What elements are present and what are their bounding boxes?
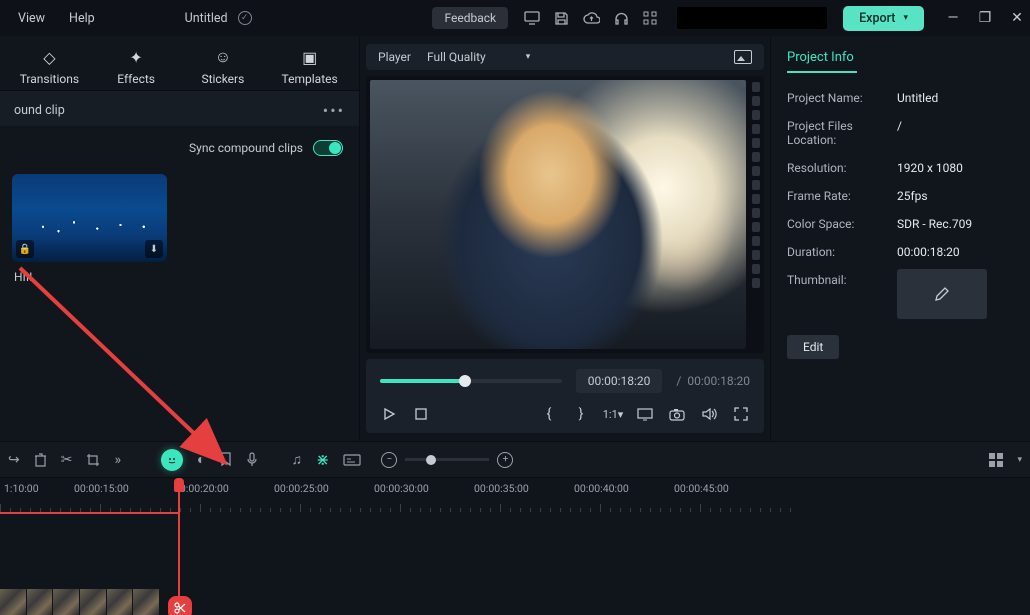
menu-view[interactable]: View — [18, 11, 45, 26]
apps-icon[interactable] — [643, 11, 657, 25]
play-icon[interactable] — [380, 405, 398, 423]
video-viewport[interactable] — [366, 76, 764, 353]
right-panel: Project Info Project Name:Untitled Proje… — [770, 36, 1030, 441]
zoom-in-icon[interactable]: + — [497, 452, 513, 468]
effects-icon: ✦ — [125, 46, 147, 68]
main-area: ◇Transitions ✦Effects ☺Stickers ▣Templat… — [0, 36, 1030, 441]
stickers-icon: ☺ — [212, 46, 234, 68]
player-label: Player — [378, 50, 411, 64]
ratio-icon[interactable]: 1:1▾ — [604, 405, 622, 423]
time-ruler[interactable]: 1:10:00 00:00:15:00 00:00:20:00 00:00:25… — [0, 478, 1030, 512]
colorspace-value: SDR - Rec.709 — [897, 217, 972, 231]
seek-slider[interactable] — [380, 379, 562, 383]
redacted-area — [677, 7, 827, 29]
marker-icon[interactable] — [220, 452, 232, 467]
chevron-down-icon: ▾ — [903, 13, 908, 23]
feedback-button[interactable]: Feedback — [432, 7, 508, 29]
delete-icon[interactable] — [34, 452, 47, 467]
media-thumbnail-label: HIII — [12, 270, 347, 284]
mark-out-icon[interactable]: } — [572, 405, 590, 423]
snapshot-icon[interactable] — [734, 50, 752, 64]
current-time: 00:00:18:20 — [576, 369, 663, 393]
pencil-icon — [934, 286, 950, 302]
framerate-value: 25fps — [897, 189, 928, 203]
maximize-button[interactable]: ❐ — [978, 10, 992, 26]
timeline-toolbar: ↪ ✂ » ◐ ♫ ⋇ − + ▾ — [0, 441, 1030, 477]
project-location-value: / — [897, 119, 902, 147]
auto-icon[interactable]: ⋇ — [316, 450, 329, 469]
grid-icon[interactable] — [989, 453, 1003, 467]
clip-header: ound clip ••• — [0, 90, 359, 126]
redo-icon[interactable]: ↪ — [8, 452, 20, 468]
player-panel: Player Full Quality▾ 00:00:18:20 / 00:00… — [360, 36, 770, 441]
captions-icon[interactable] — [343, 454, 361, 466]
selection-range — [0, 512, 178, 514]
resolution-value: 1920 x 1080 — [897, 161, 963, 175]
tab-stickers[interactable]: ☺Stickers — [188, 46, 258, 86]
thumbnail-preview[interactable] — [897, 269, 987, 319]
transitions-icon: ◇ — [38, 46, 60, 68]
zoom-out-icon[interactable]: − — [381, 452, 397, 468]
music-icon[interactable]: ♫ — [292, 451, 303, 468]
crop-icon[interactable] — [86, 453, 100, 467]
project-name-value: Untitled — [897, 91, 938, 105]
cloud-sync-icon: ✓ — [238, 11, 252, 25]
volume-icon[interactable] — [700, 405, 718, 423]
media-thumbnail[interactable]: 🔒 ⬇ — [12, 174, 167, 262]
cut-marker[interactable] — [168, 596, 192, 615]
color-icon[interactable]: ◐ — [197, 451, 205, 468]
chevron-down-icon: ▾ — [526, 52, 531, 62]
save-icon[interactable] — [554, 11, 569, 26]
ai-tools-button[interactable] — [161, 449, 183, 471]
mic-icon[interactable] — [246, 452, 258, 467]
top-bar: View Help Untitled ✓ Feedback Export▾ — … — [0, 0, 1030, 36]
edit-button[interactable]: Edit — [787, 335, 839, 359]
timeline[interactable]: 1:10:00 00:00:15:00 00:00:20:00 00:00:25… — [0, 477, 1030, 615]
duration-value: 00:00:18:20 — [897, 245, 960, 259]
sync-compound-row: Sync compound clips — [0, 126, 359, 164]
video-track[interactable] — [0, 589, 160, 615]
download-icon: ⬇ — [145, 240, 163, 258]
sync-compound-toggle[interactable] — [313, 140, 343, 156]
quality-select[interactable]: Full Quality▾ — [427, 50, 530, 64]
close-button[interactable]: ✕ — [1010, 10, 1024, 26]
cloud-icon[interactable] — [583, 12, 600, 25]
templates-icon: ▣ — [299, 46, 321, 68]
tab-transitions[interactable]: ◇Transitions — [14, 46, 84, 86]
toolbar-dropdown-icon[interactable]: ▾ — [1017, 455, 1022, 465]
project-title: Untitled — [185, 11, 228, 26]
export-button[interactable]: Export▾ — [843, 6, 924, 31]
display-icon[interactable] — [636, 405, 654, 423]
fullscreen-icon[interactable] — [732, 405, 750, 423]
total-time: 00:00:18:20 — [687, 374, 750, 388]
mark-in-icon[interactable]: { — [540, 405, 558, 423]
tab-effects[interactable]: ✦Effects — [101, 46, 171, 86]
minimize-button[interactable]: — — [946, 10, 960, 26]
camera-icon[interactable] — [668, 405, 686, 423]
more-tools-icon[interactable]: » — [114, 452, 121, 468]
stop-icon[interactable] — [412, 405, 430, 423]
project-info-tab[interactable]: Project Info — [787, 50, 857, 73]
monitor-icon[interactable] — [524, 11, 540, 25]
headphones-icon[interactable] — [614, 11, 629, 26]
filmstrip-icon — [750, 76, 762, 353]
lock-icon: 🔒 — [16, 240, 34, 258]
menu-help[interactable]: Help — [69, 11, 95, 26]
video-frame — [370, 80, 746, 349]
left-panel: ◇Transitions ✦Effects ☺Stickers ▣Templat… — [0, 36, 360, 441]
more-icon[interactable]: ••• — [323, 101, 345, 120]
tab-templates[interactable]: ▣Templates — [275, 46, 345, 86]
playhead[interactable] — [178, 478, 180, 615]
zoom-slider[interactable] — [405, 458, 489, 461]
split-icon[interactable]: ✂ — [61, 452, 73, 468]
